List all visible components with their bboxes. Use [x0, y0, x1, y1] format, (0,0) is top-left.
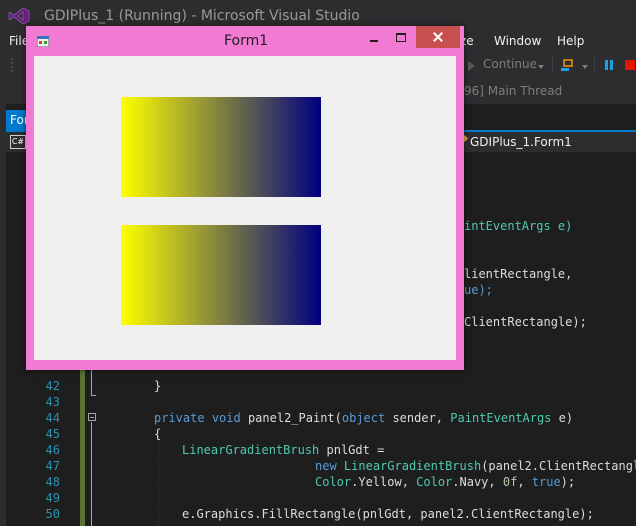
- outline-guide: [91, 422, 92, 526]
- continue-button[interactable]: Continue: [483, 57, 537, 71]
- vs-window-title: GDIPlus_1 (Running) - Microsoft Visual S…: [44, 8, 360, 24]
- line-number: 46: [45, 443, 60, 457]
- line-number: 45: [45, 427, 60, 441]
- continue-dropdown-icon[interactable]: [538, 65, 544, 69]
- code-fragment[interactable]: intEventArgs e): [464, 219, 572, 233]
- class-navigation-dropdown[interactable]: GDIPlus_1.Form1: [470, 135, 572, 149]
- code-line[interactable]: {: [154, 427, 161, 441]
- menu-help[interactable]: Help: [557, 34, 584, 48]
- code-line[interactable]: new LinearGradientBrush(panel2.ClientRec…: [315, 459, 636, 473]
- line-number: 42: [45, 379, 60, 393]
- form1-window[interactable]: Form1: [26, 26, 464, 370]
- tool-dropdown-icon[interactable]: [582, 65, 588, 69]
- stop-debugging-icon[interactable]: [625, 60, 635, 70]
- left-side-strip: [0, 104, 6, 526]
- panel1-gradient[interactable]: [121, 97, 321, 197]
- break-all-pause-icon[interactable]: [604, 60, 614, 70]
- indent-guide: [158, 440, 159, 526]
- minimize-button[interactable]: [362, 28, 388, 48]
- code-fragment[interactable]: ue);: [464, 283, 493, 297]
- maximize-button[interactable]: [388, 28, 414, 48]
- panel2-gradient[interactable]: [121, 225, 321, 325]
- code-fragment[interactable]: lientRectangle,: [464, 267, 572, 281]
- code-line[interactable]: }: [154, 379, 161, 393]
- code-fragment[interactable]: ClientRectangle);: [464, 315, 587, 329]
- form-app-icon: [37, 36, 49, 47]
- form-client-area: [34, 56, 456, 360]
- line-number: 49: [45, 491, 60, 505]
- line-number: 48: [45, 475, 60, 489]
- toolbar-grip[interactable]: [10, 57, 14, 73]
- process-tool-icon[interactable]: [560, 57, 576, 73]
- code-line[interactable]: e.Graphics.FillRectangle(pnlGdt, panel2.…: [182, 507, 594, 521]
- form-title: Form1: [224, 33, 269, 49]
- toolbar-separator: [594, 57, 595, 73]
- outline-guide-end: [91, 395, 96, 396]
- collapse-toggle-icon[interactable]: [88, 413, 96, 421]
- line-number: 43: [45, 395, 60, 409]
- line-number: 44: [45, 411, 60, 425]
- code-line[interactable]: private void panel2_Paint(object sender,…: [154, 411, 573, 425]
- thread-selector[interactable]: 96] Main Thread: [464, 84, 562, 98]
- menu-window[interactable]: Window: [494, 34, 541, 48]
- visual-studio-logo-icon: [8, 7, 30, 25]
- toolbar-separator: [552, 57, 553, 73]
- continue-play-icon: [468, 61, 475, 71]
- line-number: 50: [45, 507, 60, 521]
- code-line[interactable]: Color.Yellow, Color.Navy, 0f, true);: [315, 475, 575, 489]
- line-number: 47: [45, 459, 60, 473]
- code-line[interactable]: LinearGradientBrush pnlGdt =: [182, 443, 384, 457]
- csharp-project-icon[interactable]: C#: [10, 135, 26, 149]
- close-button[interactable]: [416, 26, 460, 48]
